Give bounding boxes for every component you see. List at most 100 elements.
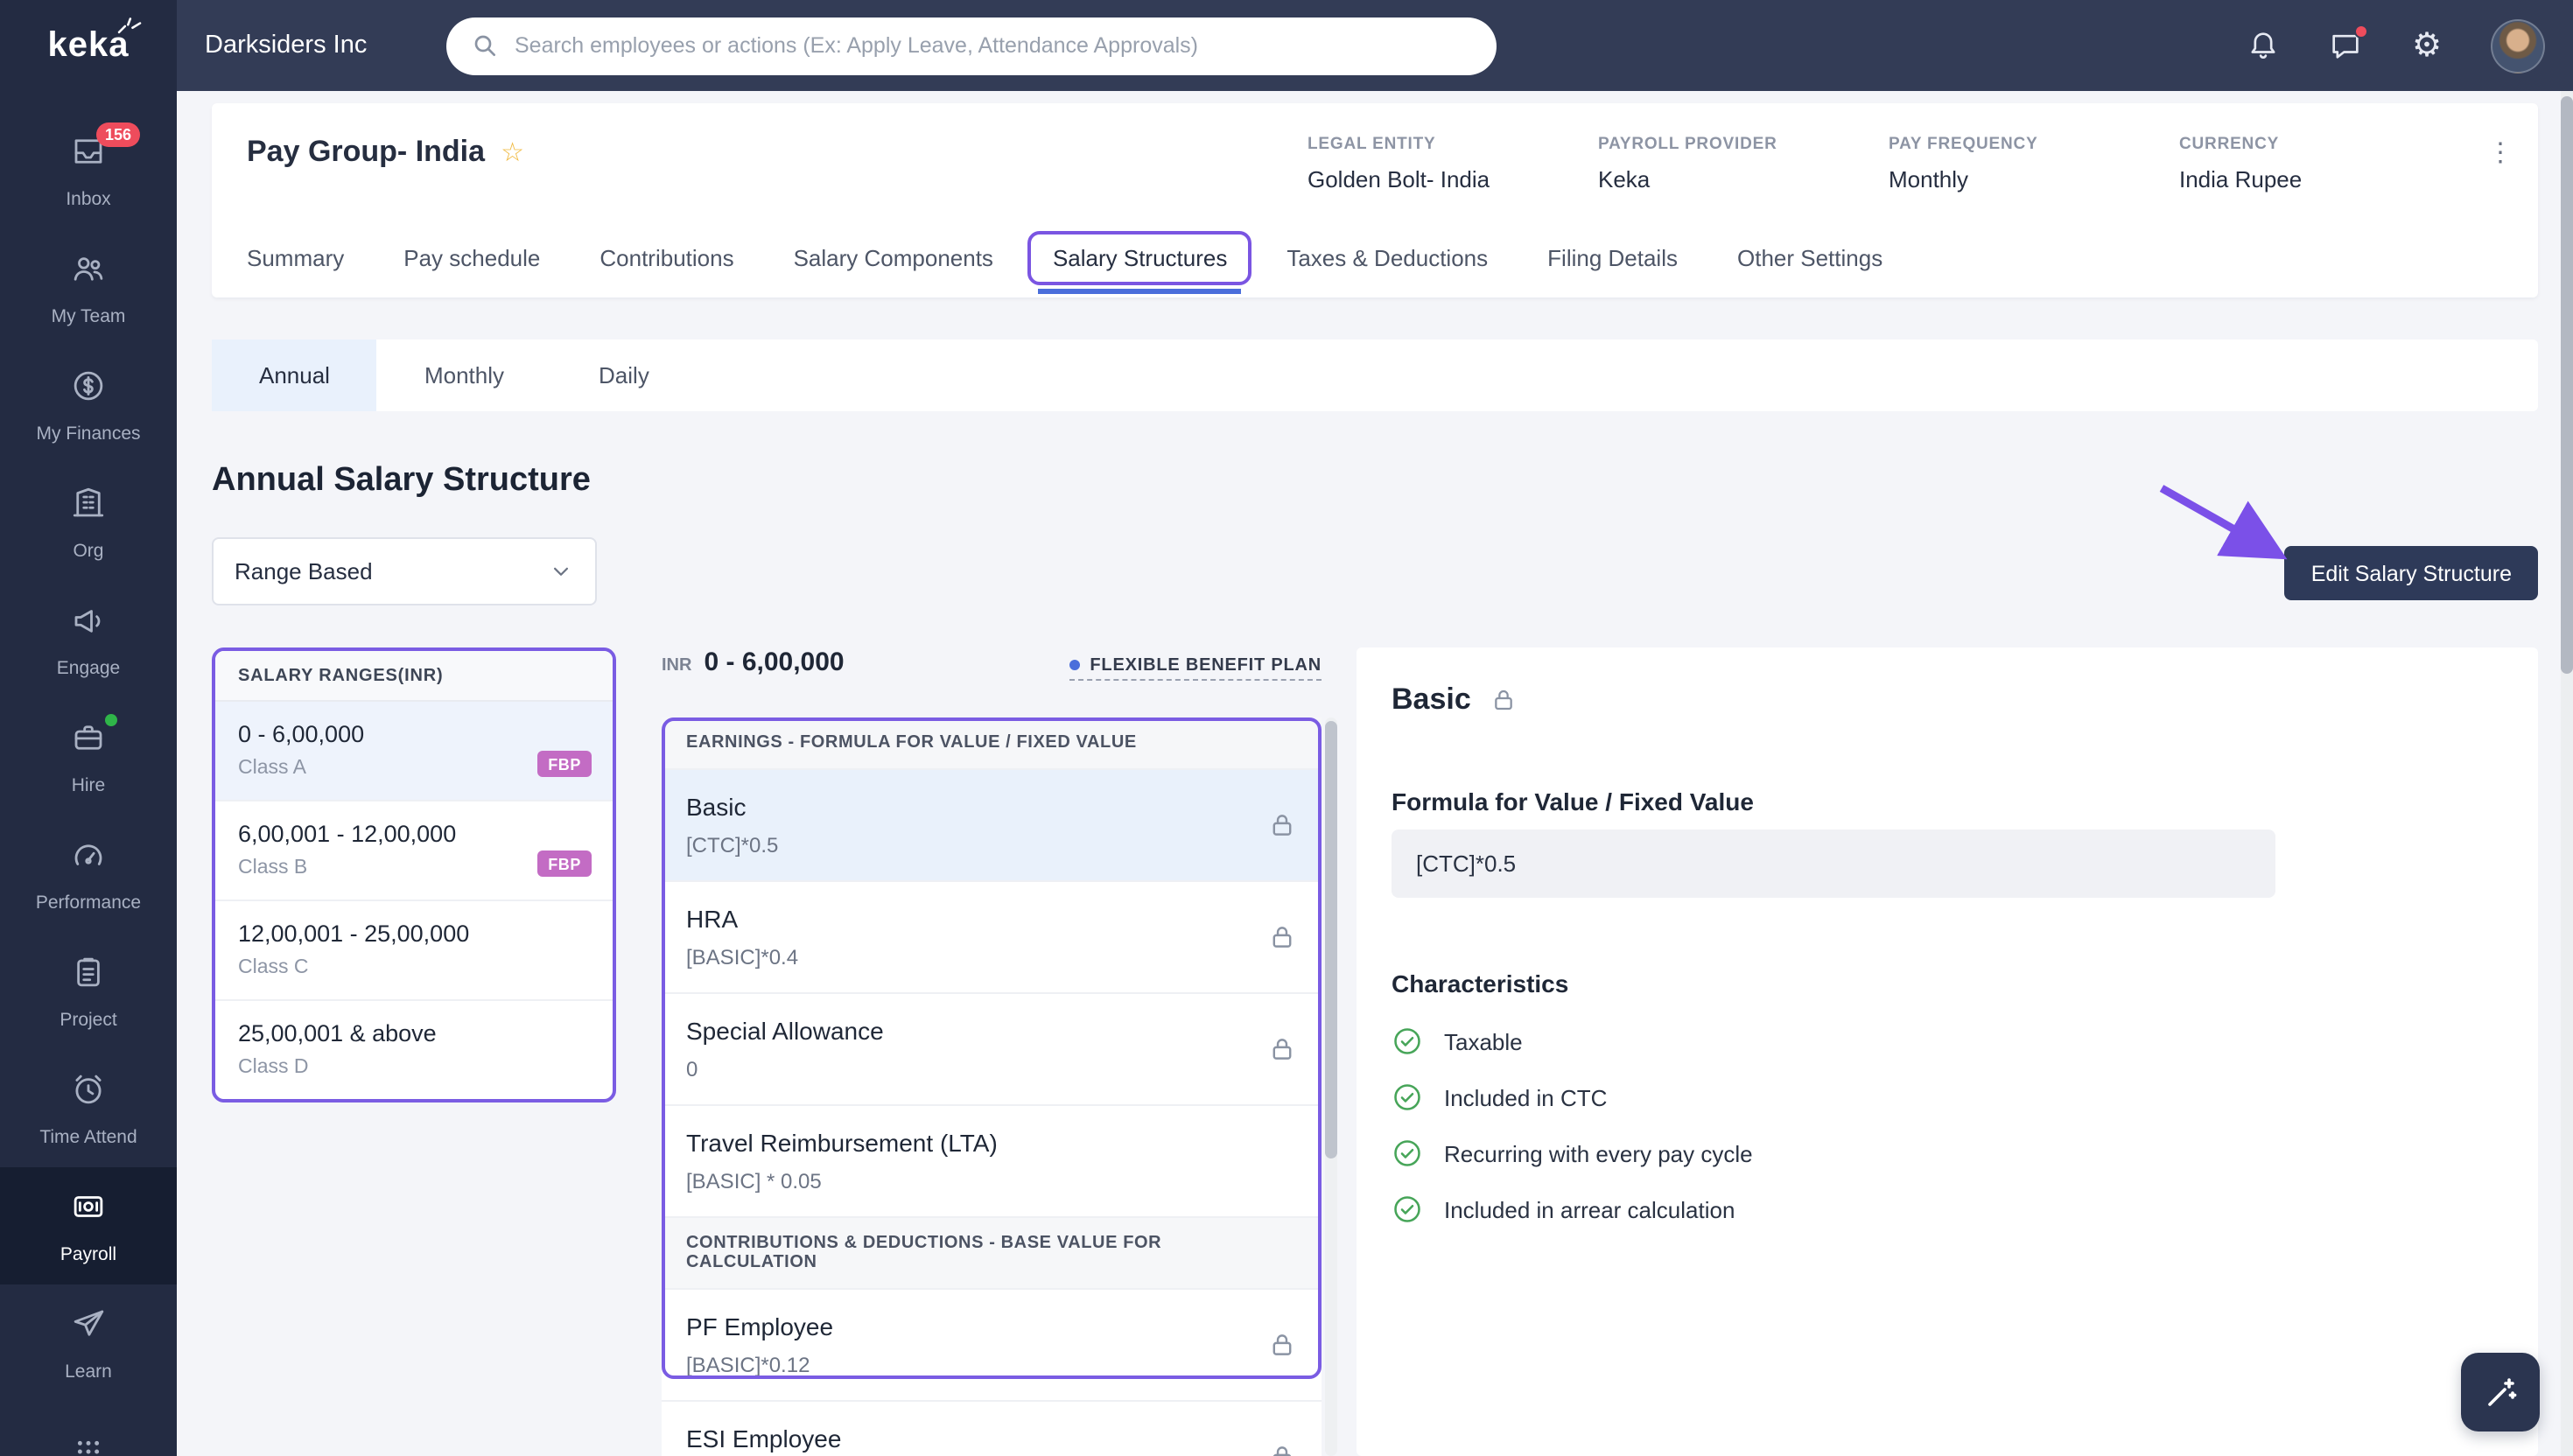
sidebar-item[interactable]: Engage xyxy=(0,581,177,698)
lock-icon xyxy=(1267,1442,1297,1456)
sidebar-item[interactable]: Learn xyxy=(0,1284,177,1402)
characteristic-label: Included in arrear calculation xyxy=(1444,1196,1735,1222)
salary-range-item[interactable]: 25,00,001 & above Class D xyxy=(215,1001,613,1099)
lock-icon xyxy=(1267,1330,1297,1360)
component-item[interactable]: PF Employee [BASIC]*0.12 xyxy=(662,1290,1322,1402)
engage-icon xyxy=(70,601,107,638)
salary-range-item[interactable]: 6,00,001 - 12,00,000 Class B FBP xyxy=(215,802,613,901)
salary-range-item[interactable]: 0 - 6,00,000 Class A FBP xyxy=(215,702,613,802)
payroll-icon xyxy=(70,1187,107,1224)
characteristic-label: Recurring with every pay cycle xyxy=(1444,1140,1753,1166)
sidebar-item[interactable]: 156 Inbox xyxy=(0,112,177,229)
component-section-header: CONTRIBUTIONS & DEDUCTIONS - BASE VALUE … xyxy=(662,1218,1322,1290)
sidebar-item[interactable]: Org xyxy=(0,464,177,581)
component-item[interactable]: Travel Reimbursement (LTA) [BASIC] * 0.0… xyxy=(662,1106,1322,1218)
sidebar-item[interactable]: My Team xyxy=(0,229,177,346)
formula-value-box[interactable]: [CTC]*0.5 xyxy=(1392,830,2275,898)
chevron-down-icon xyxy=(554,567,568,576)
tab[interactable]: Filing Details xyxy=(1547,244,1678,270)
salary-range-item[interactable]: 12,00,001 - 25,00,000 Class C xyxy=(215,901,613,1001)
sidebar-item[interactable]: Time Attend xyxy=(0,1050,177,1167)
topbar-actions: ⚙ xyxy=(2244,18,2573,73)
avatar[interactable] xyxy=(2491,18,2545,73)
sidebar-item[interactable] xyxy=(0,1402,177,1456)
sidebar-item[interactable]: Performance xyxy=(0,816,177,933)
lock-icon xyxy=(1267,922,1297,952)
page-scrollbar-thumb[interactable] xyxy=(2561,96,2573,674)
flexible-benefit-plan-label: FLEXIBLE BENEFIT PLAN xyxy=(1090,655,1322,675)
sidebar-item-label: Project xyxy=(60,1009,117,1030)
characteristics-label: Characteristics xyxy=(1392,970,1569,998)
check-circle-icon xyxy=(1392,1026,1423,1057)
characteristic-item: Taxable xyxy=(1392,1026,1753,1057)
component-item[interactable]: Special Allowance 0 xyxy=(662,994,1322,1106)
search-input[interactable] xyxy=(515,33,1472,58)
sidebar-item-label: My Finances xyxy=(36,423,141,444)
meta-value: Keka xyxy=(1598,166,1651,192)
tab[interactable]: Summary xyxy=(247,244,344,270)
component-detail-panel: Basic Formula for Value / Fixed Value [C… xyxy=(1357,648,2538,1456)
meta-label: LEGAL ENTITY xyxy=(1308,135,1436,154)
gear-icon[interactable]: ⚙ xyxy=(2408,27,2445,64)
sidebar-item[interactable]: My Finances xyxy=(0,346,177,464)
keka-logo[interactable]: keka xyxy=(0,0,177,91)
bell-icon[interactable] xyxy=(2244,27,2281,64)
sidebar-item-label: Engage xyxy=(56,657,121,678)
component-info: HRA [BASIC]*0.4 xyxy=(686,905,798,970)
component-info: Special Allowance 0 xyxy=(686,1017,884,1082)
tab[interactable]: Other Settings xyxy=(1737,244,1882,270)
favorite-star-icon[interactable]: ☆ xyxy=(501,136,524,168)
global-search[interactable] xyxy=(446,17,1497,74)
range-class: Class D xyxy=(238,1057,309,1078)
component-row: Special Allowance 0 xyxy=(662,994,1322,1106)
subtab[interactable]: Daily xyxy=(551,340,697,411)
main-content: Pay Group- India ☆ LEGAL ENTITY Golden B… xyxy=(177,91,2573,1456)
component-formula: [BASIC]*0.12 xyxy=(686,1353,810,1377)
components-scrollbar-thumb[interactable] xyxy=(1325,721,1337,1158)
flexible-benefit-plan-link[interactable]: FLEXIBLE BENEFIT PLAN xyxy=(1069,655,1322,680)
page-scrollbar[interactable] xyxy=(2561,91,2573,1456)
magic-wand-icon xyxy=(2487,1377,2516,1405)
unread-dot xyxy=(2354,24,2368,38)
components-header: INR 0 - 6,00,000 FLEXIBLE BENEFIT PLAN xyxy=(662,648,1322,690)
currency-label: INR xyxy=(662,656,692,676)
components-scrollbar[interactable] xyxy=(1325,718,1337,1456)
magic-wand-fab[interactable] xyxy=(2461,1353,2540,1432)
edit-salary-structure-button[interactable]: Edit Salary Structure xyxy=(2284,546,2538,600)
tab[interactable]: Salary Structures xyxy=(1028,230,1251,293)
range-type-dropdown[interactable]: Range Based xyxy=(212,537,597,606)
notification-dot xyxy=(105,714,117,726)
meta-field: CURRENCY India Rupee xyxy=(2179,135,2470,192)
fbp-badge: FBP xyxy=(537,850,592,877)
sidebar-item[interactable]: Payroll xyxy=(0,1167,177,1284)
tabs: Summary Pay schedule Contributions Salar… xyxy=(247,217,2503,298)
pay-group-header-card: Pay Group- India ☆ LEGAL ENTITY Golden B… xyxy=(212,103,2538,298)
component-row: EARNINGS - FORMULA FOR VALUE / FIXED VAL… xyxy=(662,718,1322,770)
characteristic-item: Included in CTC xyxy=(1392,1082,1753,1113)
subtab[interactable]: Monthly xyxy=(377,340,551,411)
meta-field: LEGAL ENTITY Golden Bolt- India xyxy=(1308,135,1598,192)
tab[interactable]: Pay schedule xyxy=(403,244,540,270)
tab[interactable]: Taxes & Deductions xyxy=(1286,244,1488,270)
salary-ranges-panel: SALARY RANGES(INR) 0 - 6,00,000 Class A … xyxy=(212,648,616,1102)
component-item[interactable]: HRA [BASIC]*0.4 xyxy=(662,882,1322,994)
tab[interactable]: Salary Components xyxy=(794,244,993,270)
tab[interactable]: Contributions xyxy=(599,244,733,270)
subtab[interactable]: Annual xyxy=(212,340,377,411)
component-info: Travel Reimbursement (LTA) [BASIC] * 0.0… xyxy=(686,1129,998,1194)
meta-label: PAY FREQUENCY xyxy=(1889,135,2038,154)
component-formula: [CTC]*0.5 xyxy=(686,833,779,858)
meta-label: PAYROLL PROVIDER xyxy=(1598,135,1777,154)
sidebar-item[interactable]: Hire xyxy=(0,698,177,816)
sidebar-item-label: Performance xyxy=(35,892,142,913)
component-item[interactable]: ESI Employee [CTC] xyxy=(662,1402,1322,1456)
component-section-header: EARNINGS - FORMULA FOR VALUE / FIXED VAL… xyxy=(662,718,1322,770)
salary-ranges-header: SALARY RANGES(INR) xyxy=(215,651,613,702)
component-formula: 0 xyxy=(686,1057,698,1082)
component-item[interactable]: Basic [CTC]*0.5 xyxy=(662,770,1322,882)
chat-icon[interactable] xyxy=(2326,24,2368,64)
component-name: Special Allowance xyxy=(686,1017,884,1045)
sidebar-item[interactable]: Project xyxy=(0,933,177,1050)
range-value: 6,00,001 - 12,00,000 xyxy=(238,821,457,847)
kebab-menu-icon[interactable]: ⋮ xyxy=(2487,136,2513,168)
